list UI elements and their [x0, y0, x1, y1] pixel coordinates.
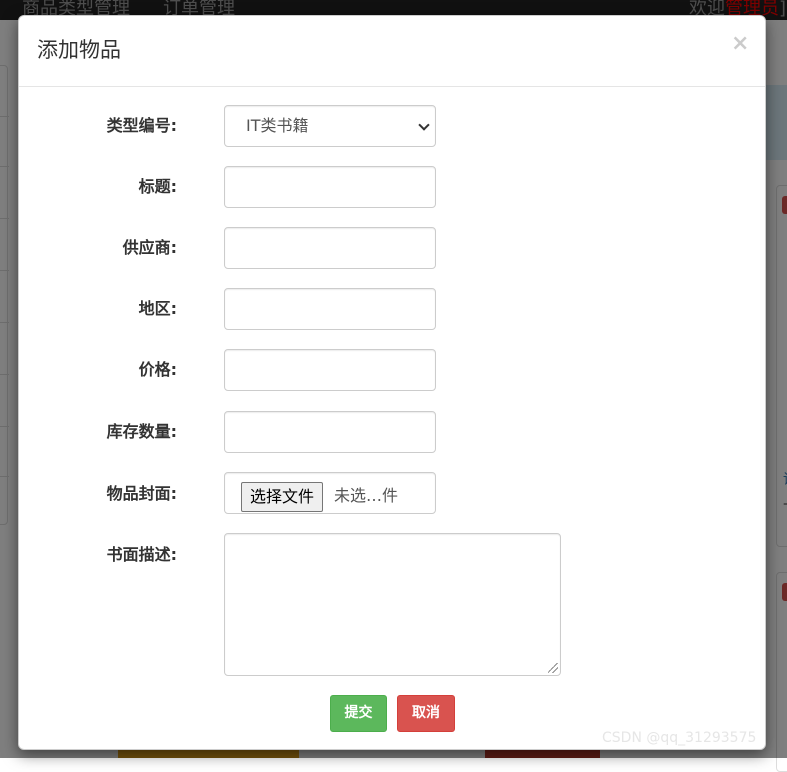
type-label: 类型编号:	[106, 116, 177, 135]
form-row-stock: 库存数量:	[19, 411, 765, 453]
cover-file-input[interactable]: 选择文件 未选…件	[224, 472, 436, 514]
supplier-input[interactable]	[224, 227, 436, 269]
description-textarea[interactable]	[224, 533, 561, 676]
modal-header: 添加物品 ×	[19, 16, 765, 87]
title-input[interactable]	[224, 166, 436, 208]
submit-button[interactable]: 提交	[330, 695, 387, 732]
price-input[interactable]	[224, 349, 436, 391]
chevron-down-icon	[418, 119, 430, 131]
resize-handle-icon[interactable]	[548, 663, 558, 673]
form-row-price: 价格:	[19, 349, 765, 391]
description-label: 书面描述:	[106, 545, 177, 564]
file-status-text: 未选…件	[334, 486, 399, 505]
stock-label: 库存数量:	[106, 422, 177, 441]
title-label: 标题:	[138, 177, 177, 196]
watermark-text: CSDN @qq_31293575	[602, 730, 757, 746]
form-row-region: 地区:	[19, 288, 765, 330]
cancel-button[interactable]: 取消	[397, 695, 455, 732]
type-select-value: IT类书籍	[246, 116, 309, 135]
stock-input[interactable]	[224, 411, 436, 453]
cover-label: 物品封面:	[106, 484, 177, 503]
add-item-modal: 添加物品 × 类型编号: IT类书籍 标题: 供应商: 地区: 价格: 库存数量…	[18, 15, 766, 750]
form-row-title: 标题:	[19, 166, 765, 208]
form-row-supplier: 供应商:	[19, 227, 765, 269]
type-select[interactable]: IT类书籍	[224, 105, 436, 147]
close-button[interactable]: ×	[731, 29, 749, 59]
form-row-type: 类型编号: IT类书籍	[19, 105, 765, 147]
choose-file-button[interactable]: 选择文件	[241, 482, 324, 512]
modal-title: 添加物品	[37, 38, 121, 62]
form-row-description: 书面描述:	[19, 533, 765, 676]
region-label: 地区:	[138, 299, 177, 318]
price-label: 价格:	[138, 360, 177, 379]
region-input[interactable]	[224, 288, 436, 330]
form-row-cover: 物品封面: 选择文件 未选…件	[19, 472, 765, 514]
supplier-label: 供应商:	[122, 238, 177, 257]
